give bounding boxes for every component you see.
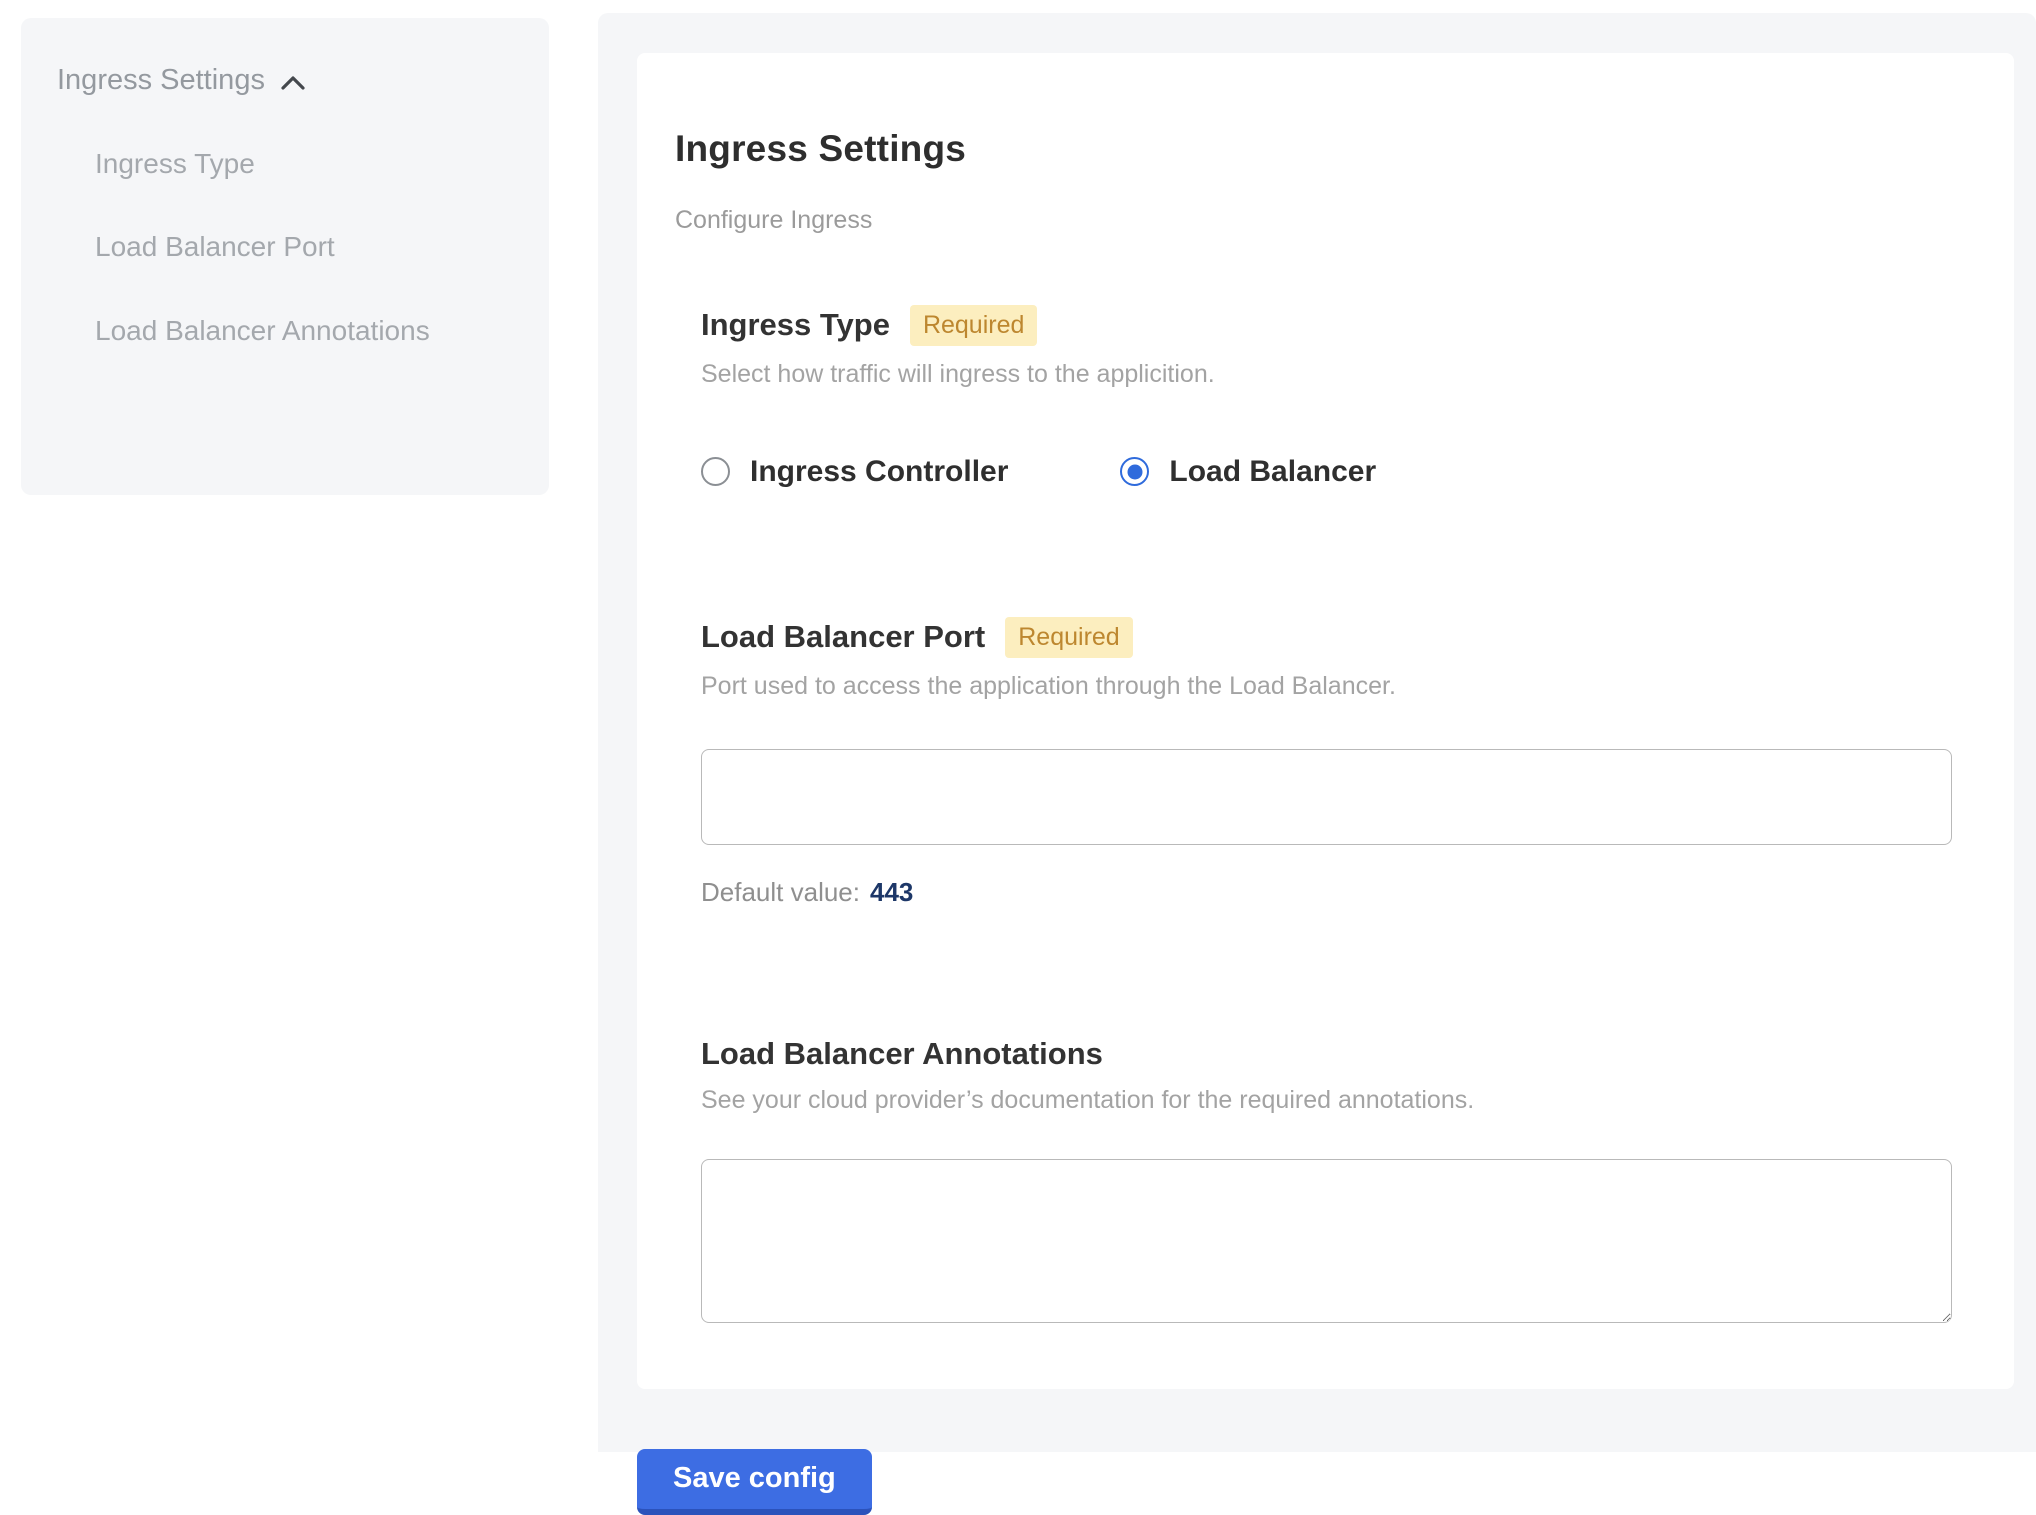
default-value-line: Default value: 443 [701,877,1958,908]
section-ingress-type: Ingress Type Required Select how traffic… [701,305,1958,489]
sidebar-section-label: Ingress Settings [57,64,265,97]
sidebar-item-list: Ingress Type Load Balancer Port Load Bal… [57,141,519,353]
sidebar-section-toggle[interactable]: Ingress Settings [57,64,519,97]
radio-circle-icon [701,457,730,486]
sidebar-item-load-balancer-annotations[interactable]: Load Balancer Annotations [95,308,435,353]
section-load-balancer-port: Load Balancer Port Required Port used to… [701,617,1958,908]
sidebar: Ingress Settings Ingress Type Load Balan… [21,18,549,495]
page-subtitle: Configure Ingress [675,206,1958,235]
main-panel: Ingress Settings Configure Ingress Ingre… [598,13,2036,1452]
load-balancer-port-input[interactable] [701,749,1952,845]
config-sections: Ingress Type Required Select how traffic… [701,305,1958,1323]
section-help-ingress-type: Select how traffic will ingress to the a… [701,360,1958,389]
section-title-ingress-type: Ingress Type [701,307,890,343]
section-title-load-balancer-port: Load Balancer Port [701,619,985,655]
page-title: Ingress Settings [675,128,1958,170]
sidebar-item-ingress-type[interactable]: Ingress Type [95,141,435,186]
section-title-load-balancer-annotations: Load Balancer Annotations [701,1036,1103,1072]
load-balancer-annotations-textarea[interactable] [701,1159,1952,1323]
required-badge: Required [1005,617,1132,658]
default-value: 443 [870,877,913,907]
radio-circle-icon [1120,457,1149,486]
config-card: Ingress Settings Configure Ingress Ingre… [637,53,2014,1389]
sidebar-item-load-balancer-port[interactable]: Load Balancer Port [95,224,435,269]
ingress-type-radio-group: Ingress Controller Load Balancer [701,455,1958,489]
radio-option-load-balancer[interactable]: Load Balancer [1120,455,1376,489]
section-help-load-balancer-annotations: See your cloud provider’s documentation … [701,1086,1958,1115]
section-load-balancer-annotations: Load Balancer Annotations See your cloud… [701,1036,1958,1323]
section-help-load-balancer-port: Port used to access the application thro… [701,672,1958,701]
default-value-label: Default value: [701,877,860,907]
radio-option-ingress-controller[interactable]: Ingress Controller [701,455,1008,489]
radio-label: Ingress Controller [750,455,1008,489]
save-config-button[interactable]: Save config [637,1449,872,1515]
required-badge: Required [910,305,1037,346]
chevron-up-icon [281,75,305,91]
radio-label: Load Balancer [1169,455,1376,489]
